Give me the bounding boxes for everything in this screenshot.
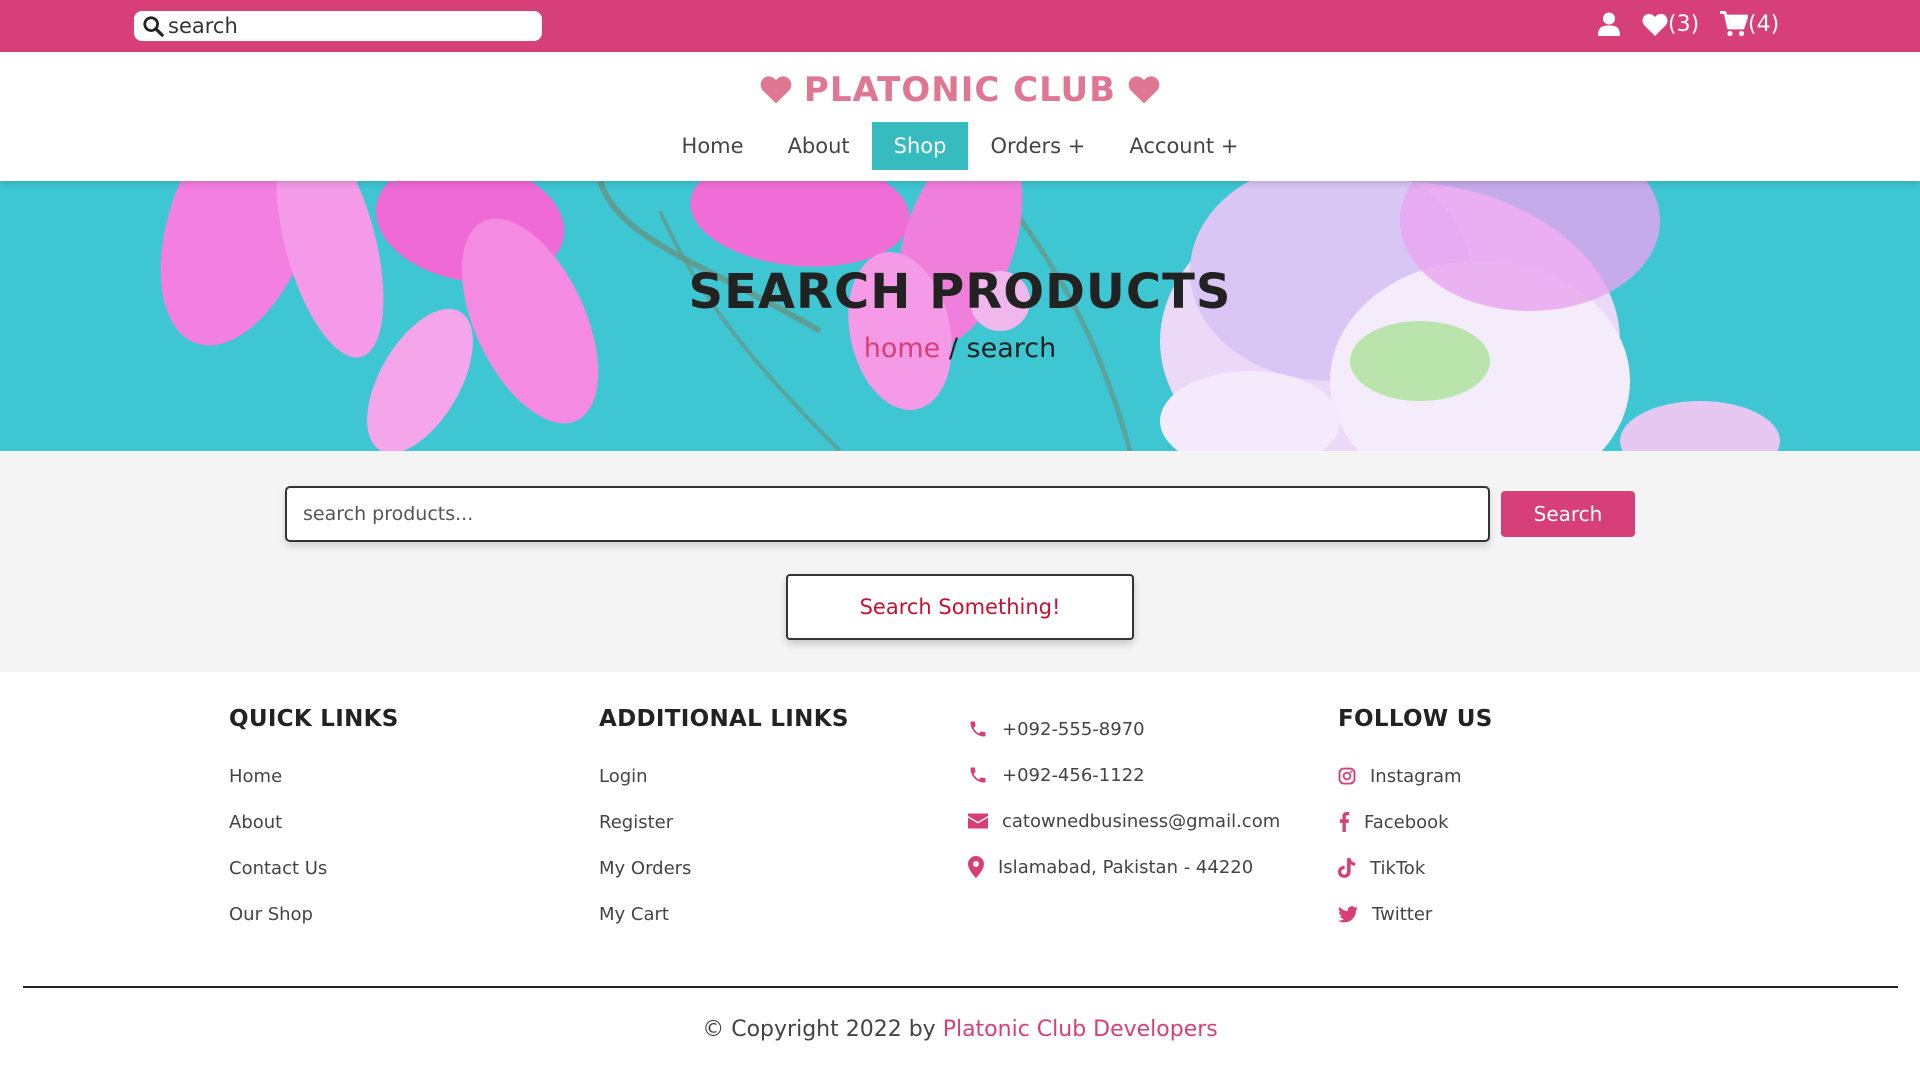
envelope-icon <box>968 813 988 829</box>
search-button[interactable]: Search <box>1501 491 1635 537</box>
contact-phone-2[interactable]: +092-456-1122 <box>968 752 1280 798</box>
nav-about[interactable]: About <box>766 122 872 170</box>
cart-button[interactable]: (4) <box>1720 11 1779 37</box>
social-label: Twitter <box>1372 903 1433 925</box>
site-header: PLATONIC CLUB Home About Shop Orders + A… <box>0 52 1920 181</box>
footer-link-tiktok[interactable]: TikTok <box>1338 845 1493 891</box>
social-label: TikTok <box>1370 857 1426 879</box>
social-label: Facebook <box>1364 811 1449 833</box>
nav-home[interactable]: Home <box>660 122 766 170</box>
breadcrumb-current: search <box>966 333 1057 364</box>
search-section: Search Search Something! <box>0 451 1920 672</box>
nav-account[interactable]: Account + <box>1107 122 1260 170</box>
phone-icon <box>970 721 986 737</box>
hero-banner: SEARCH PRODUCTS home / search <box>0 181 1920 451</box>
phone-number: +092-555-8970 <box>1002 718 1145 740</box>
contact-address: Islamabad, Pakistan - 44220 <box>968 844 1280 890</box>
search-icon[interactable] <box>142 15 164 37</box>
footer-additional-links: ADDITIONAL LINKS Login Register My Order… <box>599 706 849 937</box>
footer-divider <box>23 986 1898 988</box>
empty-search-message: Search Something! <box>786 574 1134 640</box>
site-logo[interactable]: PLATONIC CLUB <box>0 70 1920 110</box>
top-bar: (3) (4) <box>0 0 1920 52</box>
nav-orders[interactable]: Orders + <box>968 122 1107 170</box>
top-search-box[interactable] <box>134 11 542 41</box>
footer-link-home[interactable]: Home <box>229 753 399 799</box>
logo-text: PLATONIC CLUB <box>803 70 1117 110</box>
wishlist-button[interactable]: (3) <box>1642 12 1699 37</box>
copyright: © Copyright 2022 by Platonic Club Develo… <box>0 1017 1920 1042</box>
heart-icon <box>1642 13 1668 36</box>
developer-link[interactable]: Platonic Club Developers <box>943 1017 1218 1042</box>
footer-follow-us: FOLLOW US Instagram Facebook TikTok Twit… <box>1338 706 1493 937</box>
breadcrumb-home-link[interactable]: home <box>864 333 941 364</box>
breadcrumb: home / search <box>0 333 1920 364</box>
footer-heading: ADDITIONAL LINKS <box>599 706 849 732</box>
footer-contact: +092-555-8970 +092-456-1122 catownedbusi… <box>968 706 1280 890</box>
page-title: SEARCH PRODUCTS <box>688 264 1232 320</box>
product-search-input[interactable] <box>285 486 1490 542</box>
main-nav: Home About Shop Orders + Account + <box>0 122 1920 170</box>
footer-link-contact-us[interactable]: Contact Us <box>229 845 399 891</box>
map-pin-icon <box>968 856 984 878</box>
footer-quick-links: QUICK LINKS Home About Contact Us Our Sh… <box>229 706 399 937</box>
wishlist-count: (3) <box>1668 12 1700 37</box>
social-label: Instagram <box>1370 765 1462 787</box>
cart-icon <box>1720 11 1748 37</box>
user-icon <box>1598 12 1620 36</box>
phone-number: +092-456-1122 <box>1002 764 1145 786</box>
email-address: catownedbusiness@gmail.com <box>1002 810 1281 832</box>
address-text: Islamabad, Pakistan - 44220 <box>998 856 1254 878</box>
footer-link-our-shop[interactable]: Our Shop <box>229 891 399 937</box>
footer-heading: FOLLOW US <box>1338 706 1493 732</box>
footer-link-about[interactable]: About <box>229 799 399 845</box>
contact-email[interactable]: catownedbusiness@gmail.com <box>968 798 1280 844</box>
heart-icon <box>1128 76 1160 104</box>
footer-link-my-orders[interactable]: My Orders <box>599 845 849 891</box>
phone-icon <box>970 767 986 783</box>
footer-link-my-cart[interactable]: My Cart <box>599 891 849 937</box>
copyright-text: © Copyright 2022 by <box>702 1017 943 1042</box>
top-search-input[interactable] <box>168 14 528 38</box>
twitter-icon <box>1338 905 1358 922</box>
tiktok-icon <box>1338 858 1356 878</box>
user-account-button[interactable] <box>1598 12 1620 36</box>
facebook-icon <box>1339 812 1350 832</box>
instagram-icon <box>1338 767 1356 785</box>
nav-shop[interactable]: Shop <box>871 122 969 170</box>
footer-link-instagram[interactable]: Instagram <box>1338 753 1493 799</box>
cart-count: (4) <box>1748 11 1780 37</box>
footer-heading: QUICK LINKS <box>229 706 399 732</box>
breadcrumb-separator: / <box>940 333 967 364</box>
heart-icon <box>760 76 792 104</box>
footer-link-register[interactable]: Register <box>599 799 849 845</box>
footer-link-twitter[interactable]: Twitter <box>1338 891 1493 937</box>
footer-link-facebook[interactable]: Facebook <box>1338 799 1493 845</box>
footer-link-login[interactable]: Login <box>599 753 849 799</box>
contact-phone-1[interactable]: +092-555-8970 <box>968 706 1280 752</box>
